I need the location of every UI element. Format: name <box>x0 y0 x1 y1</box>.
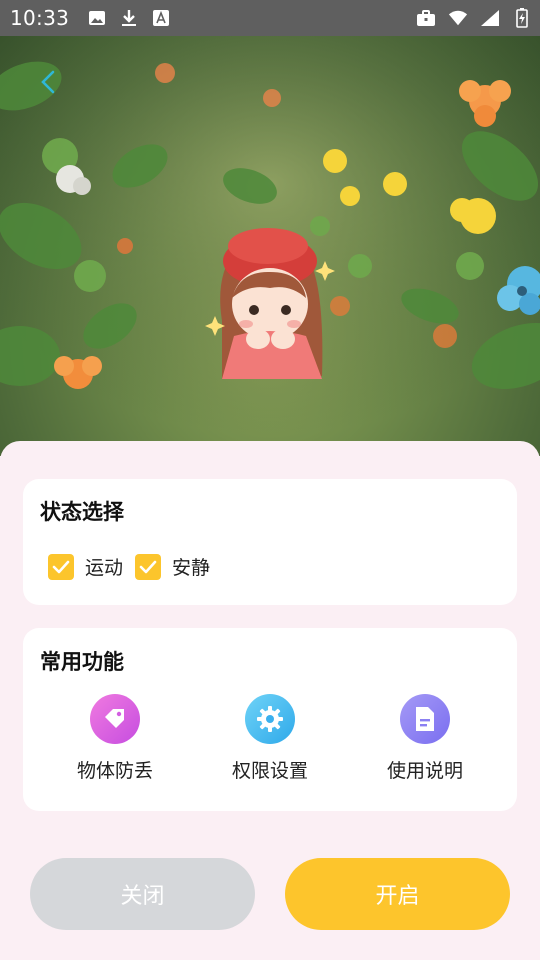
function-permission-settings[interactable]: 权限设置 <box>205 694 335 783</box>
chevron-left-icon <box>39 69 57 99</box>
gear-icon <box>245 694 295 744</box>
status-bar: 10:33 <box>0 0 540 36</box>
status-time: 10:33 <box>10 6 70 30</box>
battery-icon <box>512 8 532 28</box>
status-card-title: 状态选择 <box>40 500 124 524</box>
function-instructions[interactable]: 使用说明 <box>360 694 490 783</box>
common-functions-card: 常用功能 物体防丢 权限设置 使用说明 <box>23 628 517 811</box>
system-icons <box>416 8 532 28</box>
checkbox-label: 安静 <box>172 557 211 579</box>
checkbox-motion[interactable]: 运动 <box>48 553 123 580</box>
close-button[interactable]: 关闭 <box>30 858 255 930</box>
checkbox-checked-icon <box>48 553 74 580</box>
girl-character-icon <box>220 228 323 379</box>
function-label: 使用说明 <box>386 760 463 782</box>
hero-illustration <box>0 36 540 456</box>
garden-illustration <box>0 36 540 456</box>
open-button[interactable]: 开启 <box>285 858 510 930</box>
tag-icon <box>90 694 140 744</box>
checkbox-checked-icon <box>135 553 162 580</box>
function-label: 物体防丢 <box>76 760 153 782</box>
function-label: 权限设置 <box>231 760 308 782</box>
notification-icons <box>87 8 171 28</box>
image-icon <box>87 8 107 28</box>
back-button[interactable] <box>30 66 66 102</box>
function-anti-loss[interactable]: 物体防丢 <box>50 694 180 783</box>
signal-icon <box>480 8 500 28</box>
status-options: 运动 安静 <box>48 553 222 580</box>
checkbox-label: 运动 <box>85 557 124 579</box>
bottom-sheet: 状态选择 运动 安静 常用功能 物体防丢 权限设置 使用说明 关闭 开启 <box>0 441 540 960</box>
functions-card-title: 常用功能 <box>40 650 124 674</box>
font-icon <box>151 8 171 28</box>
checkbox-quiet[interactable]: 安静 <box>135 553 210 580</box>
status-select-card: 状态选择 运动 安静 <box>23 479 517 605</box>
download-icon <box>119 8 139 28</box>
briefcase-icon <box>416 8 436 28</box>
wifi-icon <box>448 8 468 28</box>
document-icon <box>400 694 450 744</box>
